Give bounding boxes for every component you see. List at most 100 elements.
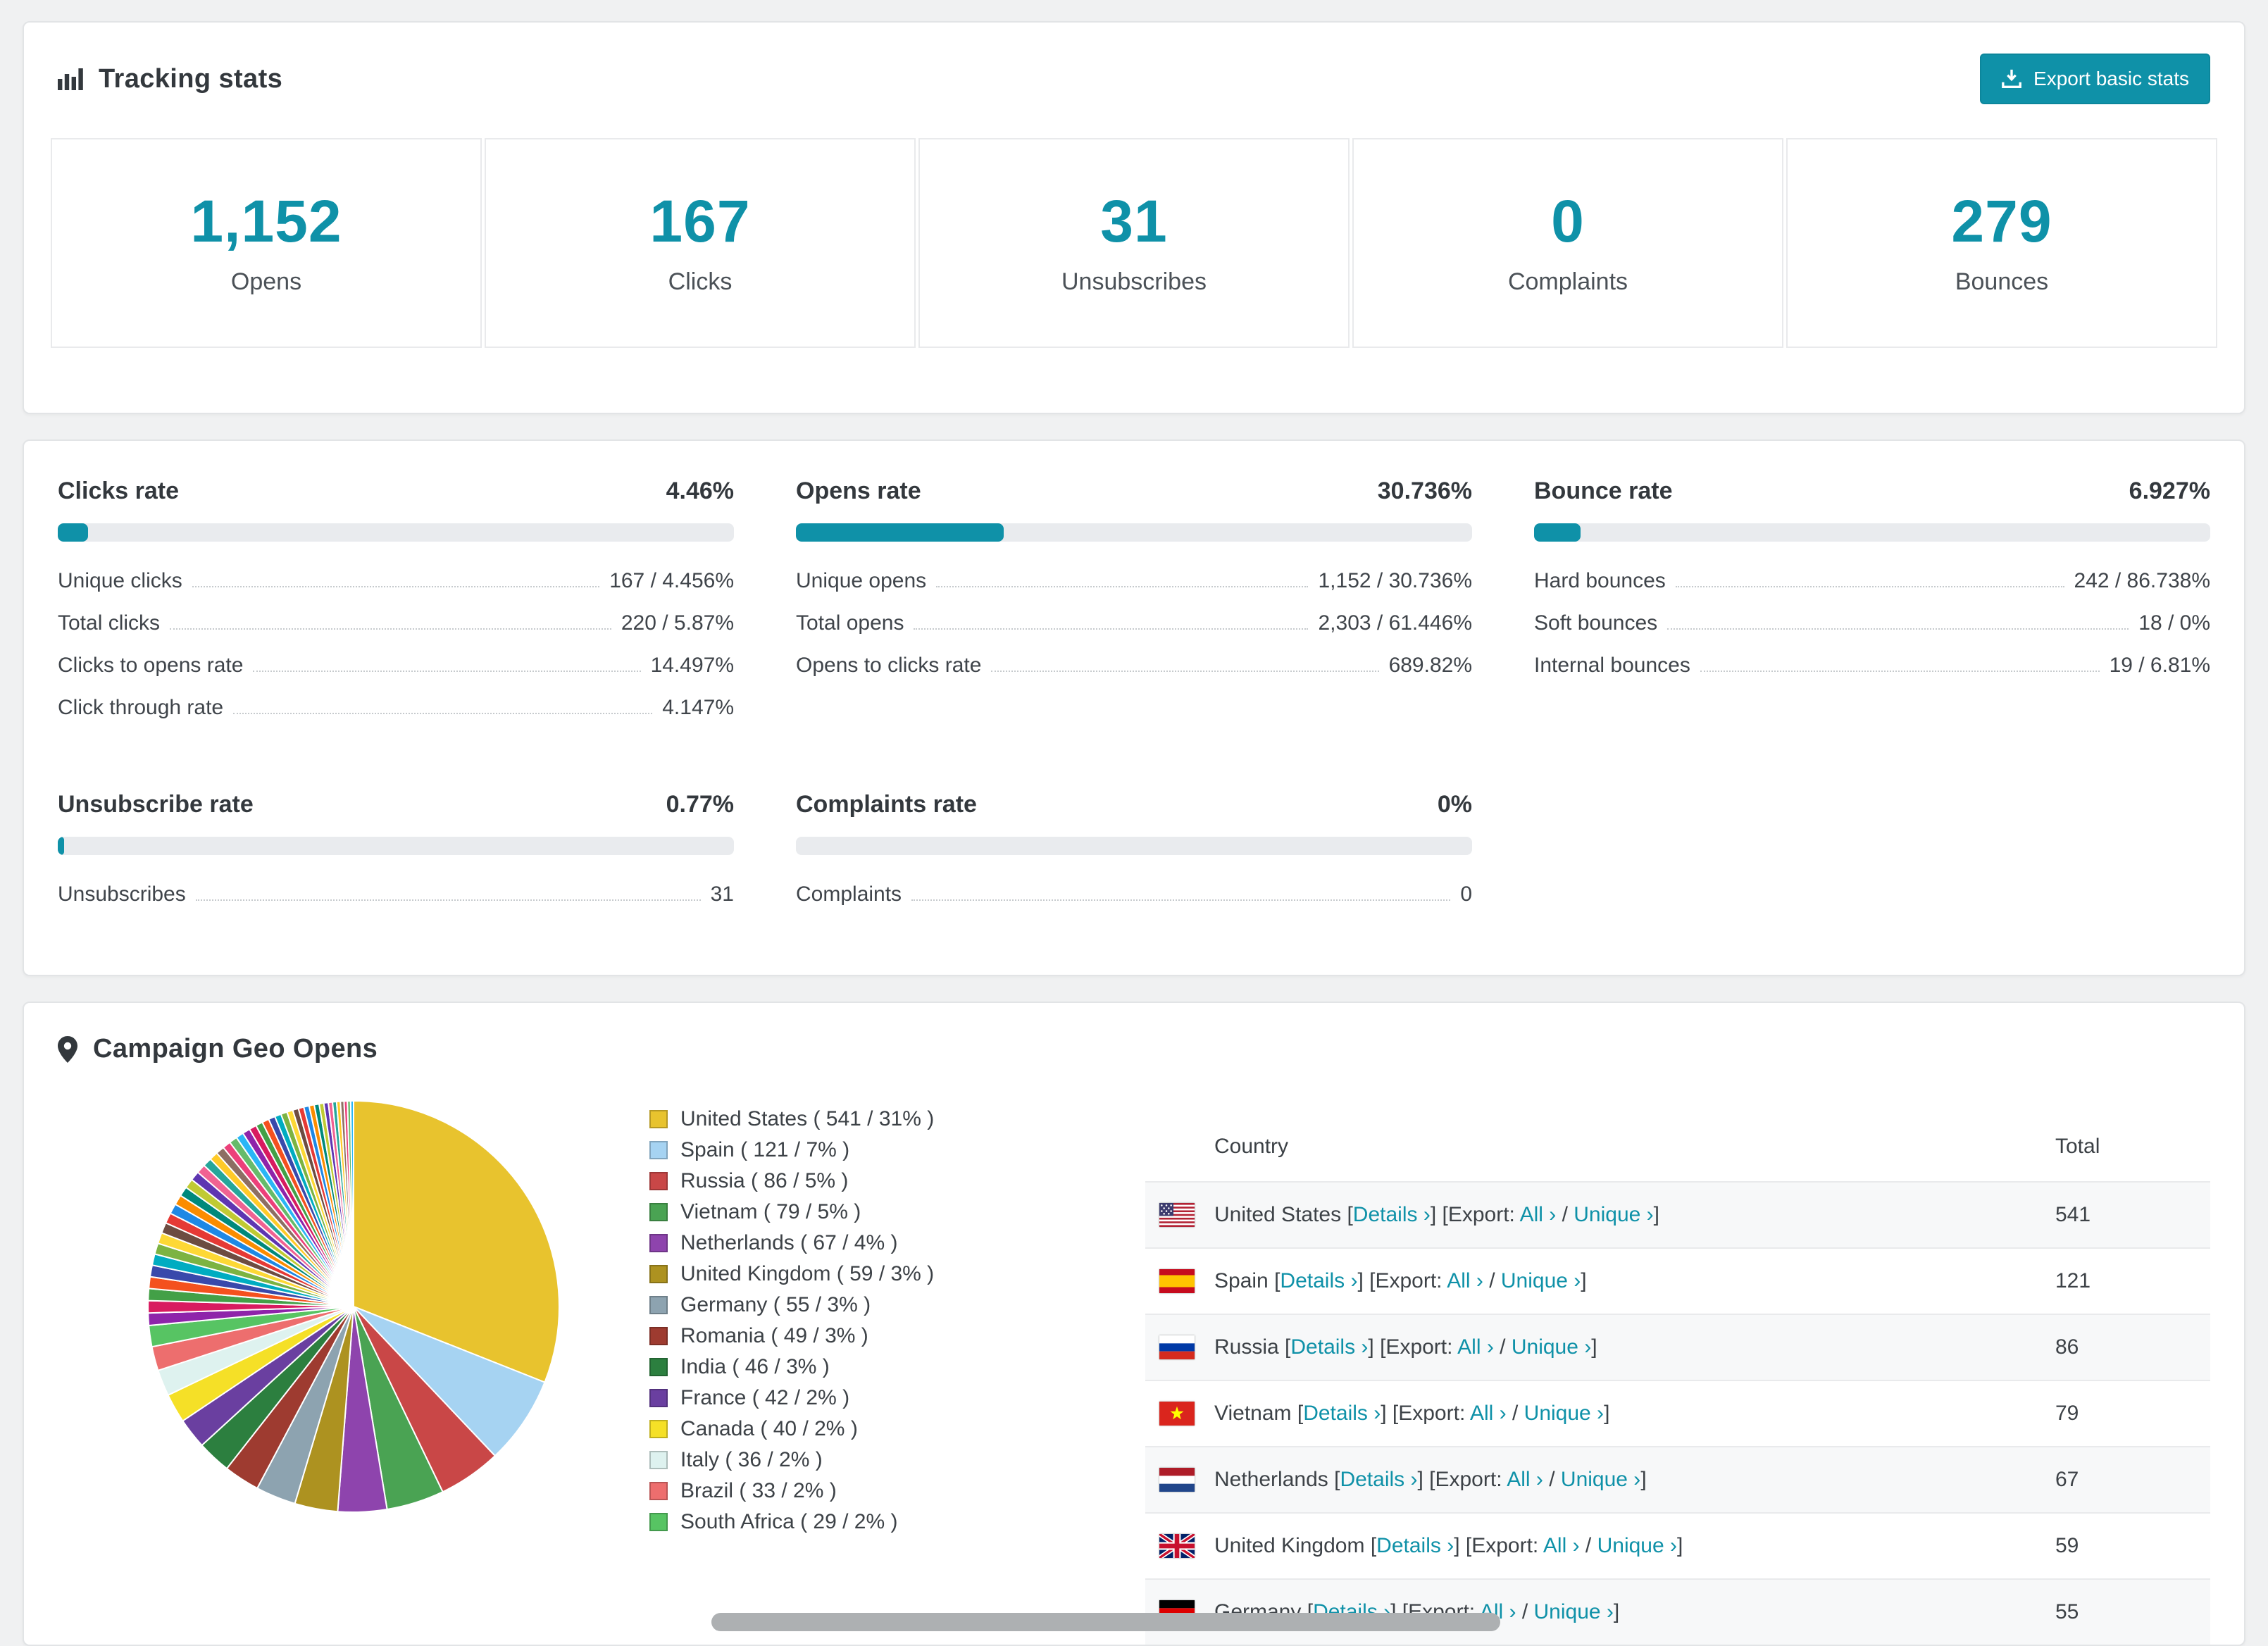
legend-label: France ( 42 / 2% ) xyxy=(680,1386,850,1409)
legend-item-brazil[interactable]: Brazil ( 33 / 2% ) xyxy=(649,1476,1145,1507)
country-name: Spain xyxy=(1214,1269,1269,1292)
legend-label: India ( 46 / 3% ) xyxy=(680,1355,830,1378)
details-link[interactable]: Details › xyxy=(1353,1203,1431,1226)
legend-label: Russia ( 86 / 5% ) xyxy=(680,1169,849,1192)
dotted-leader xyxy=(911,899,1451,901)
stat-label: Bounces xyxy=(1955,268,2049,295)
legend-label: United States ( 541 / 31% ) xyxy=(680,1107,935,1130)
export-unique-link[interactable]: Unique › xyxy=(1524,1402,1604,1425)
legend-item-canada[interactable]: Canada ( 40 / 2% ) xyxy=(649,1414,1145,1445)
rate-panel-bounce-rate: Bounce rate 6.927% Hard bounces 242 / 86… xyxy=(1534,478,2210,729)
export-unique-link[interactable]: Unique › xyxy=(1501,1269,1581,1292)
details-link[interactable]: Details › xyxy=(1376,1534,1454,1557)
details-link[interactable]: Details › xyxy=(1303,1402,1381,1425)
stat-label: Complaints xyxy=(1507,268,1628,295)
legend-item-united-kingdom[interactable]: United Kingdom ( 59 / 3% ) xyxy=(649,1259,1145,1290)
rate-title: Opens rate xyxy=(796,478,921,504)
details-link[interactable]: Details › xyxy=(1290,1335,1368,1359)
legend-item-romania[interactable]: Romania ( 49 / 3% ) xyxy=(649,1321,1145,1352)
pie-svg xyxy=(147,1099,560,1513)
table-row-united-kingdom: United Kingdom [Details ›] [Export: All … xyxy=(1145,1512,2210,1578)
table-row-russia: Russia [Details ›] [Export: All › / Uniq… xyxy=(1145,1314,2210,1380)
legend-item-italy[interactable]: Italy ( 36 / 2% ) xyxy=(649,1445,1145,1476)
tracking-stats-header: Tracking stats Export basic stats xyxy=(24,23,2244,130)
legend-item-vietnam[interactable]: Vietnam ( 79 / 5% ) xyxy=(649,1197,1145,1228)
legend-item-germany[interactable]: Germany ( 55 / 3% ) xyxy=(649,1290,1145,1321)
export-all-link[interactable]: All › xyxy=(1543,1534,1580,1557)
legend-item-spain[interactable]: Spain ( 121 / 7% ) xyxy=(649,1135,1145,1166)
legend-label: Spain ( 121 / 7% ) xyxy=(680,1138,850,1161)
rate-detail-row: Complaints 0 xyxy=(796,873,1472,916)
geo-opens-card: Campaign Geo Opens United States ( 541 /… xyxy=(23,1002,2245,1646)
export-unique-link[interactable]: Unique › xyxy=(1561,1468,1640,1491)
export-basic-stats-button[interactable]: Export basic stats xyxy=(1980,54,2210,104)
dotted-leader xyxy=(195,899,701,901)
rate-detail-row: Opens to clicks rate 689.82% xyxy=(796,644,1472,687)
dotted-leader xyxy=(170,628,611,630)
rate-title: Complaints rate xyxy=(796,791,977,818)
rate-title: Bounce rate xyxy=(1534,478,1673,504)
country-cell: Netherlands [Details ›] [Export: All › /… xyxy=(1214,1468,1647,1491)
legend-item-united-states[interactable]: United States ( 541 / 31% ) xyxy=(649,1104,1145,1135)
legend-item-netherlands[interactable]: Netherlands ( 67 / 4% ) xyxy=(649,1228,1145,1259)
export-unique-link[interactable]: Unique › xyxy=(1512,1335,1591,1359)
legend-label: Netherlands ( 67 / 4% ) xyxy=(680,1231,898,1254)
rate-detail-value: 19 / 6.81% xyxy=(2109,654,2210,677)
rate-detail-label: Total opens xyxy=(796,611,904,635)
rate-detail-value: 4.147% xyxy=(662,696,734,719)
export-all-link[interactable]: All › xyxy=(1447,1269,1483,1292)
table-row-spain: Spain [Details ›] [Export: All › / Uniqu… xyxy=(1145,1247,2210,1314)
details-link[interactable]: Details › xyxy=(1280,1269,1357,1292)
dotted-leader xyxy=(991,671,1379,672)
dotted-leader xyxy=(936,586,1309,587)
rate-detail-row: Internal bounces 19 / 6.81% xyxy=(1534,644,2210,687)
rate-detail-value: 220 / 5.87% xyxy=(621,611,734,635)
country-total: 86 xyxy=(2055,1335,2079,1359)
stat-value: 1,152 xyxy=(190,188,342,254)
rate-detail-row: Unsubscribes 31 xyxy=(58,873,734,916)
country-flag-ru xyxy=(1159,1335,1195,1359)
details-link[interactable]: Details › xyxy=(1340,1468,1417,1491)
rate-detail-label: Hard bounces xyxy=(1534,569,1666,592)
legend-item-south-africa[interactable]: South Africa ( 29 / 2% ) xyxy=(649,1507,1145,1538)
legend-swatch xyxy=(649,1513,668,1531)
stat-box-complaints: 0 Complaints xyxy=(1352,138,1783,348)
export-unique-link[interactable]: Unique › xyxy=(1534,1600,1614,1623)
country-flag-us xyxy=(1159,1203,1195,1227)
rate-detail-row: Hard bounces 242 / 86.738% xyxy=(1534,560,2210,602)
legend-swatch xyxy=(649,1358,668,1376)
table-row-vietnam: Vietnam [Details ›] [Export: All › / Uni… xyxy=(1145,1380,2210,1446)
dotted-leader xyxy=(1667,628,2129,630)
country-name: Netherlands xyxy=(1214,1468,1328,1491)
rate-value: 0% xyxy=(1437,791,1472,818)
export-unique-link[interactable]: Unique › xyxy=(1597,1534,1677,1557)
tracking-stats-card: Tracking stats Export basic stats 1,152 … xyxy=(23,21,2245,414)
country-total: 541 xyxy=(2055,1203,2091,1226)
rate-detail-value: 1,152 / 30.736% xyxy=(1318,569,1472,592)
country-name: Russia xyxy=(1214,1335,1279,1359)
dotted-leader xyxy=(192,586,600,587)
country-cell: United States [Details ›] [Export: All ›… xyxy=(1214,1203,1659,1226)
country-column-header: Country xyxy=(1214,1135,1289,1158)
legend-item-russia[interactable]: Russia ( 86 / 5% ) xyxy=(649,1166,1145,1197)
export-all-link[interactable]: All › xyxy=(1457,1335,1494,1359)
horizontal-scrollbar-thumb[interactable] xyxy=(711,1613,1500,1631)
legend-label: Germany ( 55 / 3% ) xyxy=(680,1293,871,1316)
stat-box-unsubscribes: 31 Unsubscribes xyxy=(918,138,1350,348)
rate-detail-label: Clicks to opens rate xyxy=(58,654,244,677)
legend-item-india[interactable]: India ( 46 / 3% ) xyxy=(649,1352,1145,1383)
legend-swatch xyxy=(649,1203,668,1221)
rate-detail-row: Total opens 2,303 / 61.446% xyxy=(796,602,1472,644)
rate-detail-value: 689.82% xyxy=(1388,654,1472,677)
export-all-link[interactable]: All › xyxy=(1507,1468,1543,1491)
rate-detail-value: 14.497% xyxy=(650,654,734,677)
country-total: 55 xyxy=(2055,1600,2079,1623)
rate-panel-clicks-rate: Clicks rate 4.46% Unique clicks 167 / 4.… xyxy=(58,478,734,729)
rate-detail-label: Unsubscribes xyxy=(58,883,186,906)
export-all-link[interactable]: All › xyxy=(1470,1402,1507,1425)
country-cell: Spain [Details ›] [Export: All › / Uniqu… xyxy=(1214,1269,1587,1292)
dotted-leader xyxy=(253,671,641,672)
export-all-link[interactable]: All › xyxy=(1520,1203,1557,1226)
legend-item-france[interactable]: France ( 42 / 2% ) xyxy=(649,1383,1145,1414)
export-unique-link[interactable]: Unique › xyxy=(1574,1203,1653,1226)
